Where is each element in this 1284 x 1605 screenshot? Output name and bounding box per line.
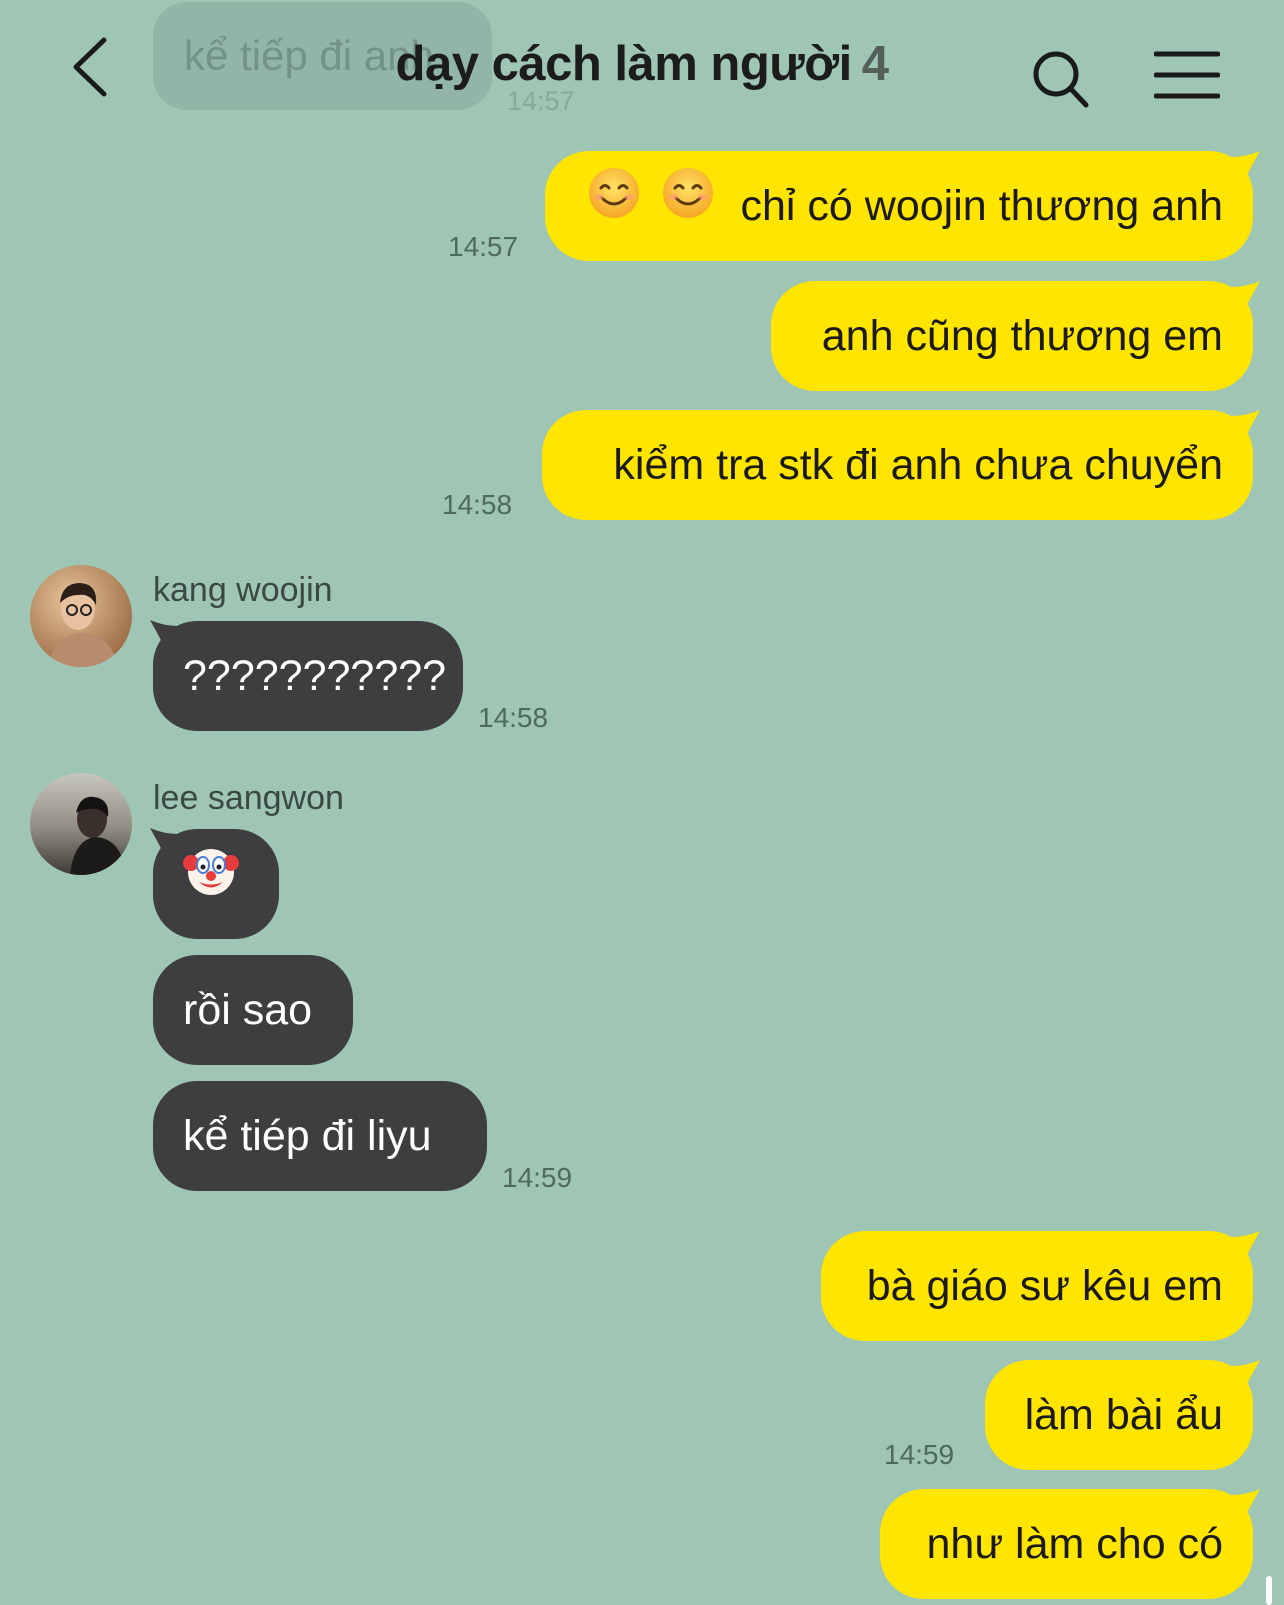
bubble-tail — [1232, 410, 1260, 440]
smiling-face-emoji — [661, 151, 715, 261]
scrollbar-thumb[interactable] — [1266, 1576, 1272, 1605]
sender-name: kang woojin — [153, 571, 333, 609]
bubble-tail — [1232, 1360, 1260, 1390]
incoming-message[interactable]: rồi sao — [153, 955, 353, 1065]
message-time: 14:57 — [448, 231, 519, 262]
message-text: anh cũng thương em — [821, 312, 1223, 360]
outgoing-message[interactable]: chỉ có woojin thương anh — [545, 151, 1253, 261]
message-text: như làm cho có — [926, 1520, 1224, 1568]
message-time: 14:59 — [502, 1162, 573, 1193]
back-button[interactable] — [60, 32, 120, 102]
message-text: kể tiép đi liyu — [183, 1112, 432, 1160]
clown-face-emoji — [183, 830, 239, 940]
message-time: 14:58 — [478, 702, 549, 733]
bubble-tail — [1232, 1489, 1260, 1519]
message-time: 14:58 — [442, 489, 513, 520]
search-button[interactable] — [1030, 48, 1092, 112]
chat-title: dạy cách làm người 4 — [342, 36, 942, 92]
bubble-tail — [1232, 281, 1260, 311]
search-icon — [1033, 51, 1089, 108]
incoming-message[interactable] — [153, 829, 279, 939]
message-text: ??????????? — [183, 652, 447, 700]
outgoing-message[interactable]: kiểm tra stk đi anh chưa chuyển — [542, 410, 1253, 520]
smiling-face-emoji — [587, 151, 641, 261]
outgoing-message[interactable]: làm bài ẩu — [985, 1360, 1253, 1470]
hamburger-menu-icon — [1153, 51, 1221, 99]
chevron-left-icon — [73, 37, 107, 97]
message-text: kiểm tra stk đi anh chưa chuyển — [613, 441, 1223, 489]
message-text: rồi sao — [183, 986, 313, 1034]
message-time: 14:59 — [884, 1439, 955, 1470]
member-count: 4 — [861, 37, 889, 91]
sender-name: lee sangwon — [153, 779, 344, 817]
chat-header: kể tiếp đi anh 14:57 dạy cách làm người 4 — [0, 0, 1284, 135]
outgoing-message[interactable]: như làm cho có — [880, 1489, 1253, 1599]
avatar-lee-sangwon[interactable] — [30, 773, 132, 875]
outgoing-message[interactable]: anh cũng thương em — [771, 281, 1253, 391]
message-text: bà giáo sư kêu em — [866, 1262, 1223, 1310]
bubble-tail — [1232, 151, 1260, 181]
message-text: làm bài ẩu — [1024, 1391, 1223, 1439]
menu-button[interactable] — [1153, 50, 1221, 100]
incoming-message[interactable]: ??????????? — [153, 621, 463, 731]
message-text: chỉ có woojin thương anh — [740, 182, 1224, 230]
bubble-tail — [1232, 1231, 1260, 1261]
incoming-message[interactable]: kể tiép đi liyu — [153, 1081, 487, 1191]
avatar-kang-woojin[interactable] — [30, 565, 132, 667]
outgoing-message[interactable]: bà giáo sư kêu em — [821, 1231, 1253, 1341]
chat-name: dạy cách làm người — [395, 37, 853, 91]
